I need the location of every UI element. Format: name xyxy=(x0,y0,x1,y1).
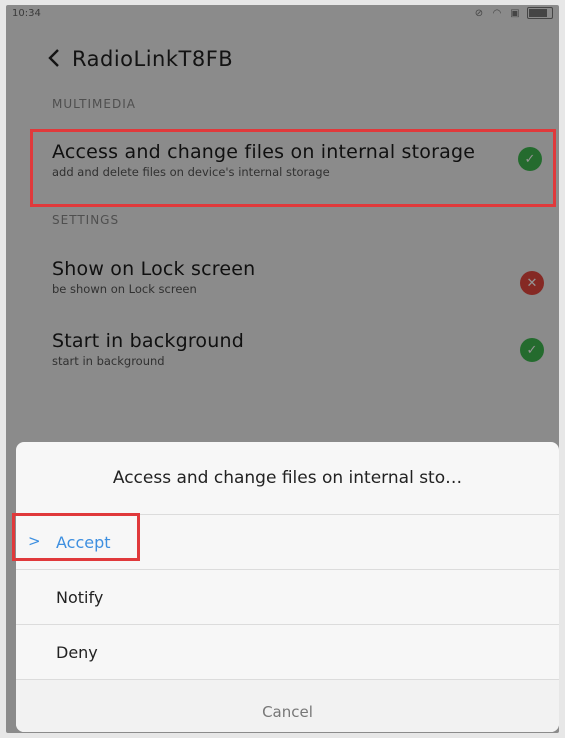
no-signal-icon: ⊘ xyxy=(474,7,484,19)
option-deny[interactable]: Deny xyxy=(16,625,559,680)
option-label: Notify xyxy=(56,587,104,607)
permission-item-background[interactable]: Start in background start in background xyxy=(52,330,543,368)
denied-x-icon: ✕ xyxy=(520,271,544,295)
option-notify[interactable]: Notify xyxy=(16,570,559,625)
phone-screen: 10:34 ⊘ ◠ ▣ RadioLinkT8FB MULTIMEDIA Acc… xyxy=(6,5,559,733)
page-header: RadioLinkT8FB xyxy=(6,41,559,81)
permission-title: Show on Lock screen xyxy=(52,258,256,280)
status-bar: 10:34 ⊘ ◠ ▣ xyxy=(6,5,559,23)
status-time: 10:34 xyxy=(12,8,41,19)
allowed-check-icon: ✓ xyxy=(520,338,544,362)
highlight-box-accept xyxy=(12,513,140,561)
dialog-title: Access and change files on internal sto… xyxy=(16,442,559,515)
permission-subtitle: start in background xyxy=(52,354,165,368)
section-label-settings: SETTINGS xyxy=(52,213,120,227)
permission-dialog: Access and change files on internal sto…… xyxy=(16,442,559,732)
battery-icon xyxy=(527,7,553,19)
sim-icon: ▣ xyxy=(510,7,520,19)
cancel-button[interactable]: Cancel xyxy=(16,680,559,732)
option-label: Deny xyxy=(56,642,98,662)
wifi-icon: ◠ xyxy=(492,7,502,19)
permission-title: Start in background xyxy=(52,330,244,352)
permission-subtitle: be shown on Lock screen xyxy=(52,282,197,296)
section-label-multimedia: MULTIMEDIA xyxy=(52,97,136,111)
permission-item-lock-screen[interactable]: Show on Lock screen be shown on Lock scr… xyxy=(52,258,543,296)
status-icons: ⊘ ◠ ▣ xyxy=(473,7,553,19)
highlight-box-storage-permission xyxy=(30,129,556,207)
page-title: RadioLinkT8FB xyxy=(72,47,234,71)
back-arrow-icon[interactable] xyxy=(44,47,66,69)
